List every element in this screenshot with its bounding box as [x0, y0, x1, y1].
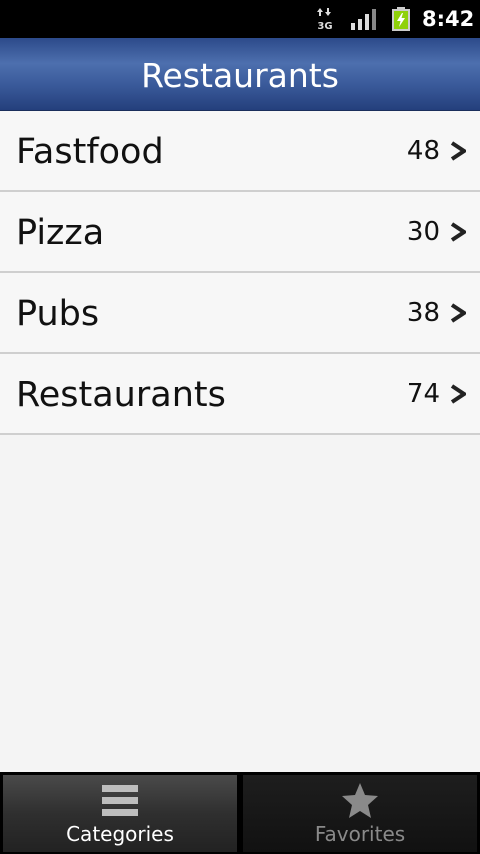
list-item-fastfood[interactable]: Fastfood 48	[0, 111, 480, 192]
list-icon	[102, 785, 138, 816]
signal-icon	[351, 9, 376, 30]
battery-charging-icon	[392, 7, 410, 31]
star-icon	[342, 783, 378, 818]
chevron-right-icon	[450, 303, 466, 323]
category-count: 48	[406, 136, 440, 166]
title-bar: Restaurants	[0, 38, 480, 111]
list-item-pizza[interactable]: Pizza 30	[0, 192, 480, 273]
list-item-restaurants[interactable]: Restaurants 74	[0, 354, 480, 435]
tab-favorites[interactable]: Favorites	[243, 775, 477, 852]
category-label: Pubs	[16, 294, 100, 334]
category-count: 38	[406, 298, 440, 328]
tab-label: Favorites	[314, 822, 406, 846]
tab-bar: Categories Favorites	[0, 772, 480, 854]
category-label: Restaurants	[16, 375, 226, 415]
category-list: Fastfood 48 Pizza 30 Pubs 38 Restaurants…	[0, 111, 480, 435]
category-label: Fastfood	[16, 132, 164, 172]
chevron-right-icon	[450, 222, 466, 242]
status-time: 8:42	[422, 7, 475, 31]
network-label: 3G	[317, 21, 332, 31]
status-bar: 3G 8:42	[0, 0, 480, 38]
category-label: Pizza	[16, 213, 105, 253]
category-count: 30	[406, 217, 440, 247]
chevron-right-icon	[450, 141, 466, 161]
list-item-pubs[interactable]: Pubs 38	[0, 273, 480, 354]
category-count: 74	[406, 379, 440, 409]
chevron-right-icon	[450, 384, 466, 404]
app-screen: 3G 8:42 Restaurants Fastfood 48 Pizza 30…	[0, 0, 480, 854]
tab-label: Categories	[66, 822, 174, 846]
network-3g-icon: 3G	[317, 8, 333, 31]
tab-categories[interactable]: Categories	[3, 775, 237, 852]
page-title: Restaurants	[141, 56, 339, 95]
